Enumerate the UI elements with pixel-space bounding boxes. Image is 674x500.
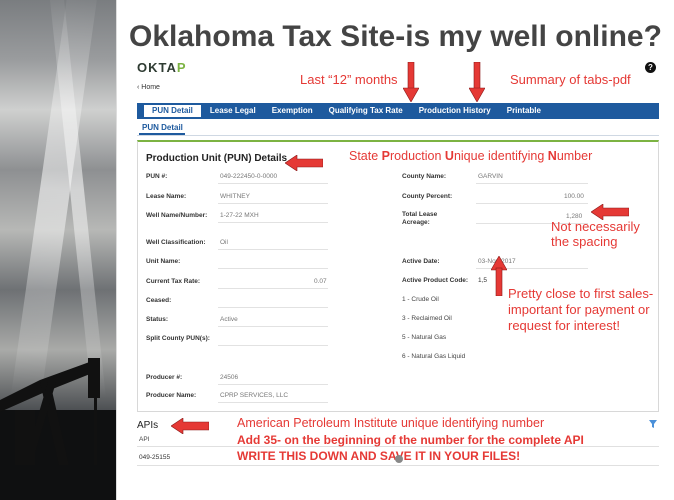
current-tax-rate-value: 0.07	[314, 278, 327, 285]
county-percent-value: 100.00	[564, 193, 584, 200]
field-underline	[218, 203, 328, 204]
field-underline	[476, 183, 588, 184]
lease-name-value: WHITNEY	[220, 193, 250, 200]
arrow-left-icon	[591, 204, 629, 220]
divider	[137, 465, 659, 466]
field-underline	[218, 402, 328, 403]
product-code-item: 3 - Reclaimed Oil	[402, 315, 452, 322]
mouse-cursor-icon	[395, 455, 403, 463]
annotation-api-definition: American Petroleum Institute unique iden…	[237, 416, 545, 430]
arrow-left-icon	[171, 418, 209, 434]
field-label: Unit Name:	[146, 258, 181, 265]
api-value: 049-25155	[139, 454, 171, 461]
tab-printable[interactable]: Printable	[499, 103, 549, 119]
field-underline	[218, 249, 328, 250]
pun-number-value: 049-222450-0-0000	[220, 173, 278, 180]
field-label: Ceased:	[146, 297, 172, 304]
field-label: County Percent:	[402, 193, 453, 200]
home-breadcrumb-link[interactable]: ‹ Home	[137, 84, 160, 91]
slide-title: Oklahoma Tax Site-is my well online?	[129, 20, 662, 53]
arrow-down-icon	[469, 62, 485, 102]
well-name-value: 1-27-22 MXH	[220, 212, 259, 219]
field-underline	[476, 203, 588, 204]
well-classification-value: Oil	[220, 239, 228, 246]
field-label: Well Name/Number:	[146, 212, 208, 219]
annotation-api-add-35: Add 35- on the beginning of the number f…	[237, 433, 584, 447]
filter-icon[interactable]	[649, 420, 657, 428]
field-underline	[218, 222, 328, 223]
field-label: Well Classification:	[146, 239, 206, 246]
field-label: Status:	[146, 316, 169, 323]
panel-title: Production Unit (PUN) Details	[146, 153, 288, 164]
field-label: County Name:	[402, 173, 447, 180]
api-column-header: API	[139, 436, 150, 443]
oktap-logo[interactable]: OKTAP	[137, 60, 187, 75]
county-name-value: GARVIN	[478, 173, 503, 180]
field-label: Total Lease Acreage:	[402, 211, 438, 226]
tab-qualifying-tax-rate[interactable]: Qualifying Tax Rate	[321, 103, 411, 119]
product-code-item: 1 - Crude Oil	[402, 296, 439, 303]
field-underline	[218, 268, 328, 269]
background-photo	[0, 0, 116, 500]
field-label: Producer Name:	[146, 392, 197, 399]
field-label: Active Product Code:	[402, 277, 469, 284]
product-code-item: 6 - Natural Gas Liquid	[402, 353, 466, 360]
tab-exemption[interactable]: Exemption	[264, 103, 321, 119]
field-label: Lease Name:	[146, 193, 187, 200]
annotation-first-sales: Pretty close to first sales- important f…	[508, 286, 654, 333]
field-underline	[218, 326, 328, 327]
producer-number-value: 24506	[220, 374, 239, 381]
help-icon[interactable]: ?	[645, 62, 656, 73]
tab-pun-detail[interactable]: PUN Detail	[143, 104, 202, 118]
producer-name-value: CPRP SERVICES, LLC	[220, 392, 289, 399]
field-underline	[218, 183, 328, 184]
subtab-pun-detail[interactable]: PUN Detail	[142, 123, 183, 132]
pumpjack-silhouette-icon	[0, 358, 116, 500]
active-product-code-value: 1,5	[478, 277, 488, 284]
arrow-left-icon	[285, 155, 323, 171]
arrow-down-icon	[403, 62, 419, 102]
arrow-up-icon	[491, 256, 507, 296]
field-label: Active Date:	[402, 258, 440, 265]
field-underline	[218, 307, 328, 308]
annotation-summary-tabs: Summary of tabs-pdf	[510, 72, 631, 87]
field-label: Split County PUN(s):	[146, 335, 210, 342]
field-label: Producer #:	[146, 374, 183, 381]
field-underline	[218, 384, 328, 385]
pun-details-panel: Production Unit (PUN) Details PUN #: 049…	[137, 140, 659, 412]
slide: Oklahoma Tax Site-is my well online? OKT…	[116, 0, 674, 500]
annotation-state-pun: State Production Unique identifying Numb…	[349, 149, 593, 163]
product-code-item: 5 - Natural Gas	[402, 334, 447, 341]
field-label: Current Tax Rate:	[146, 278, 201, 285]
field-underline	[218, 345, 328, 346]
field-underline	[218, 288, 328, 289]
divider	[137, 135, 659, 136]
annotation-write-down: WRITE THIS DOWN AND SAVE IT IN YOUR FILE…	[237, 449, 521, 463]
status-value: Active	[220, 316, 238, 323]
field-label: PUN #:	[146, 173, 168, 180]
tab-bar: PUN Detail Lease Legal Exemption Qualify…	[137, 103, 659, 119]
tab-lease-legal[interactable]: Lease Legal	[202, 103, 264, 119]
annotation-spacing: Not necessarily the spacing	[551, 219, 640, 249]
annotation-last-12-months: Last “12” months	[300, 72, 398, 87]
tab-production-history[interactable]: Production History	[411, 103, 499, 119]
apis-title: APIs	[137, 420, 159, 431]
